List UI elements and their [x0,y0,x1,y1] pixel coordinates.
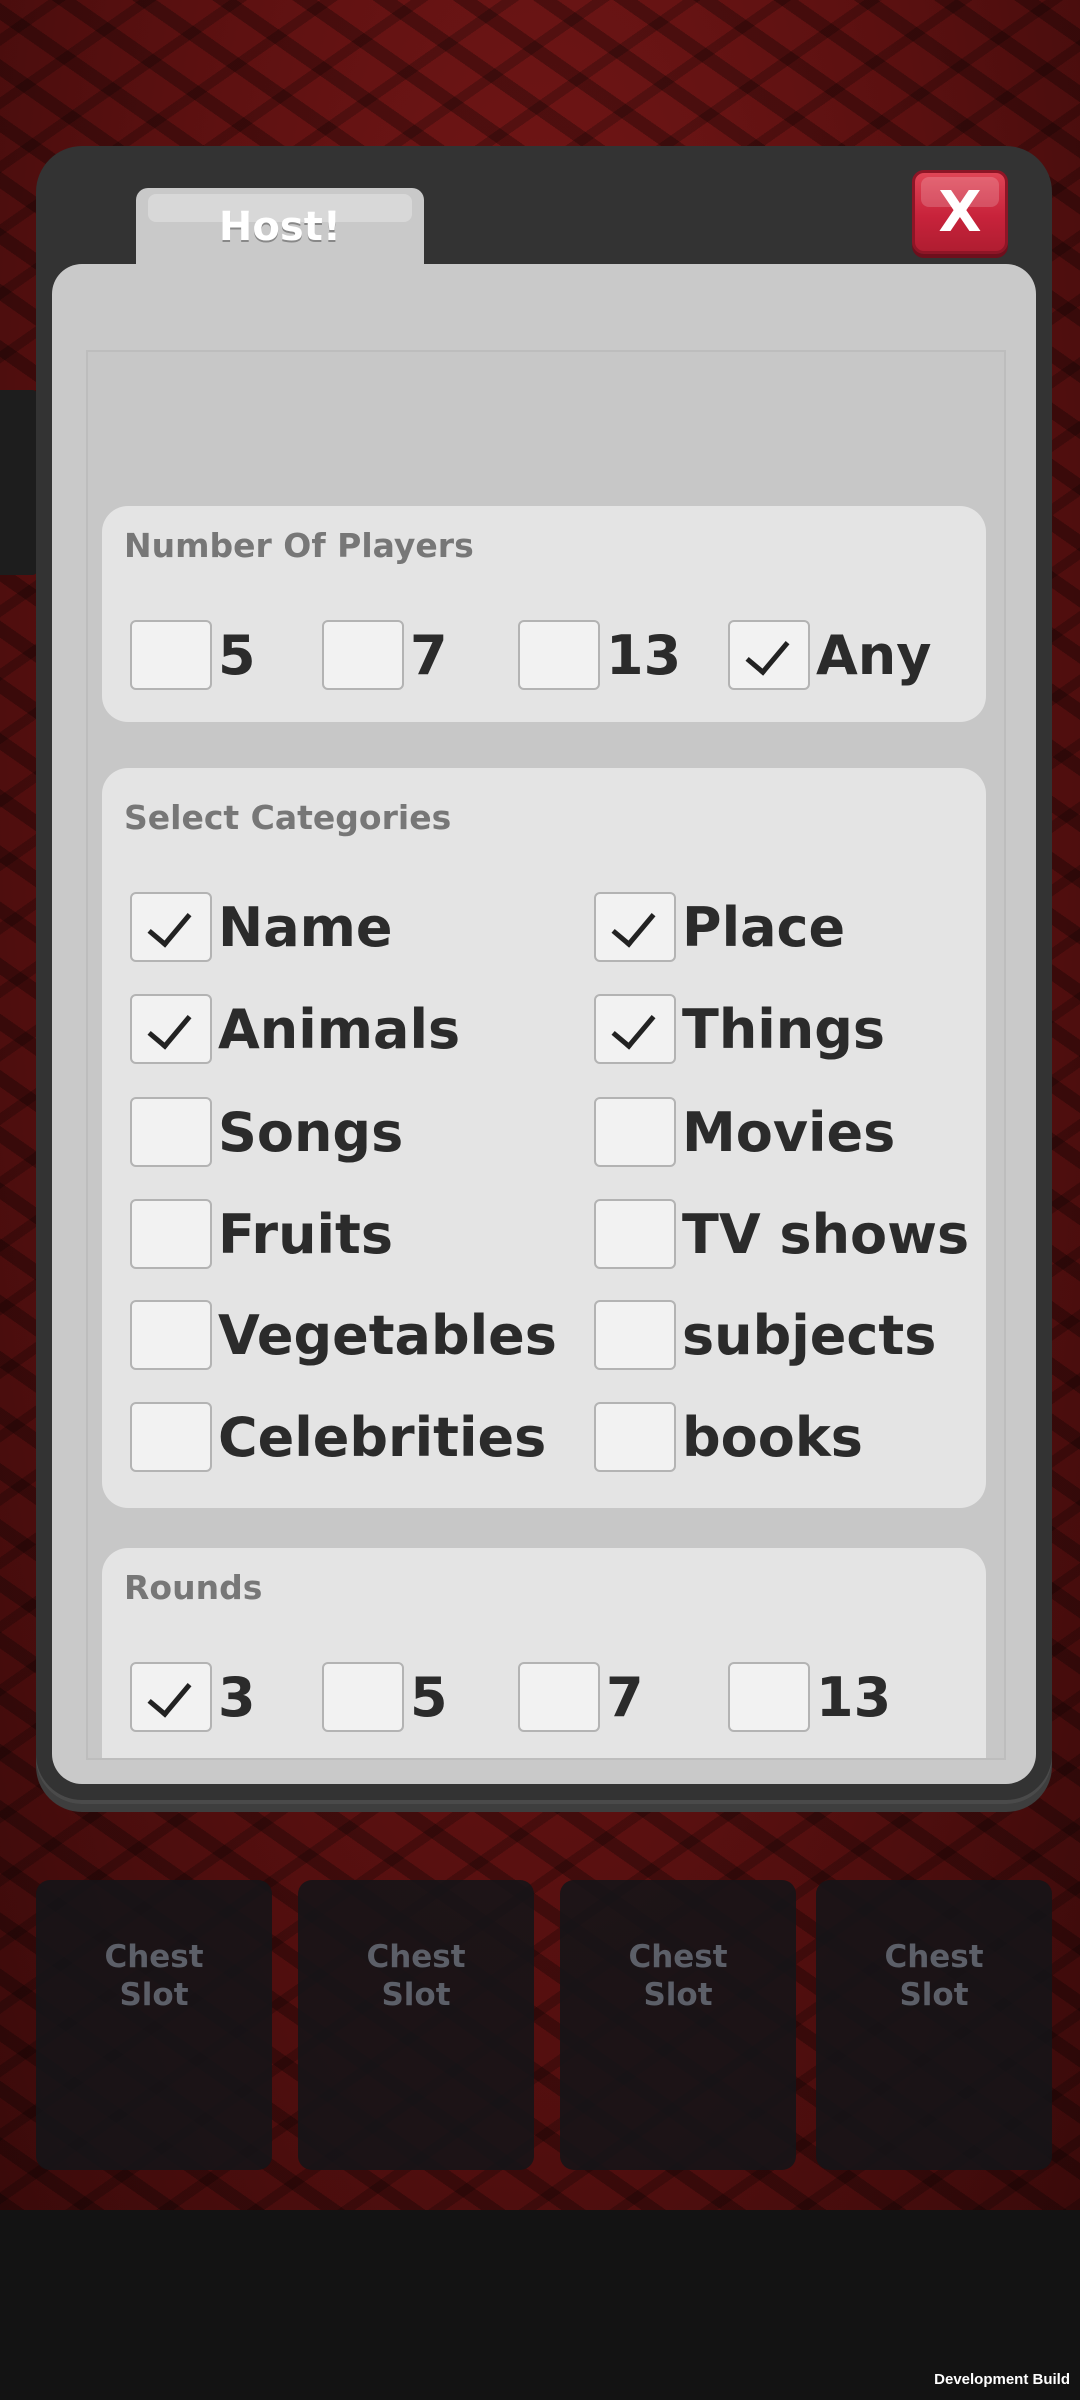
rounds-checkbox[interactable] [518,1662,600,1732]
category-checkbox[interactable] [594,1199,676,1269]
category-label: books [682,1405,863,1469]
category-option[interactable]: Things [594,994,885,1064]
category-option[interactable]: Movies [594,1097,895,1167]
category-label: Name [218,895,393,959]
category-checkbox[interactable] [130,1199,212,1269]
chest-slot-label: Chest Slot [628,1939,728,2013]
category-label: Animals [218,997,461,1061]
category-option[interactable]: TV shows [594,1199,969,1269]
players-option-7[interactable]: 7 [322,620,448,690]
category-checkbox[interactable] [594,1097,676,1167]
players-option-label: Any [816,623,932,687]
category-option[interactable]: Animals [130,994,460,1064]
category-label: Place [682,895,846,959]
rounds-option-13[interactable]: 13 [728,1662,891,1732]
category-checkbox[interactable] [130,1402,212,1472]
development-build-label: Development Build [934,2371,1070,2388]
chest-slot-3[interactable]: Chest Slot [560,1880,796,2170]
players-checkbox[interactable] [322,620,404,690]
players-section: Number Of Players 5 7 13 Any [102,506,986,722]
category-checkbox[interactable] [594,892,676,962]
bottom-bar: Development Build [0,2210,1080,2400]
categories-section: Select Categories Name Place Animals Thi… [102,768,986,1508]
chest-slot-label: Chest Slot [884,1939,984,2013]
rounds-option-label: 5 [410,1665,448,1729]
category-checkbox[interactable] [130,1300,212,1370]
chest-slot-label: Chest Slot [104,1939,204,2013]
rounds-option-label: 13 [816,1665,892,1729]
host-dialog: Host! X Number Of Players 5 7 13 Any Sel… [36,146,1052,1804]
category-checkbox[interactable] [130,1097,212,1167]
settings-scroll-area[interactable]: Number Of Players 5 7 13 Any Select Cate… [86,350,1006,1760]
chest-slots: Chest Slot Chest Slot Chest Slot Chest S… [36,1880,1052,2170]
players-option-13[interactable]: 13 [518,620,681,690]
category-option[interactable]: Name [130,892,393,962]
category-checkbox[interactable] [594,994,676,1064]
close-button[interactable]: X [912,170,1008,254]
players-checkbox[interactable] [130,620,212,690]
chest-slot-1[interactable]: Chest Slot [36,1880,272,2170]
rounds-section-title: Rounds [124,1568,263,1607]
players-option-5[interactable]: 5 [130,620,256,690]
chest-slot-2[interactable]: Chest Slot [298,1880,534,2170]
rounds-checkbox[interactable] [728,1662,810,1732]
chest-slot-label: Chest Slot [366,1939,466,2013]
category-option[interactable]: Songs [130,1097,403,1167]
category-checkbox[interactable] [130,994,212,1064]
category-option[interactable]: Celebrities [130,1402,546,1472]
tab-host-label: Host! [218,204,342,250]
close-icon: X [938,179,982,245]
category-label: Movies [682,1100,896,1164]
category-option[interactable]: Vegetables [130,1300,557,1370]
category-label: Fruits [218,1202,393,1266]
category-checkbox[interactable] [594,1300,676,1370]
category-label: Celebrities [218,1405,547,1469]
players-checkbox[interactable] [518,620,600,690]
category-checkbox[interactable] [594,1402,676,1472]
category-label: Things [682,997,886,1061]
rounds-option-7[interactable]: 7 [518,1662,644,1732]
category-label: subjects [682,1303,937,1367]
category-option[interactable]: Fruits [130,1199,393,1269]
category-option[interactable]: Place [594,892,845,962]
categories-section-title: Select Categories [124,798,452,837]
players-section-title: Number Of Players [124,526,474,565]
players-option-any[interactable]: Any [728,620,931,690]
players-option-label: 7 [410,623,448,687]
category-label: TV shows [682,1202,970,1266]
players-checkbox[interactable] [728,620,810,690]
players-option-label: 5 [218,623,256,687]
category-checkbox[interactable] [130,892,212,962]
rounds-option-3[interactable]: 3 [130,1662,256,1732]
category-option[interactable]: books [594,1402,863,1472]
category-label: Songs [218,1100,404,1164]
chest-slot-4[interactable]: Chest Slot [816,1880,1052,2170]
side-tab[interactable] [0,390,38,575]
rounds-checkbox[interactable] [322,1662,404,1732]
rounds-section: Rounds 3 5 7 13 [102,1548,986,1758]
category-label: Vegetables [218,1303,557,1367]
rounds-option-label: 3 [218,1665,256,1729]
players-option-label: 13 [606,623,682,687]
category-option[interactable]: subjects [594,1300,936,1370]
rounds-option-label: 7 [606,1665,644,1729]
rounds-option-5[interactable]: 5 [322,1662,448,1732]
rounds-checkbox[interactable] [130,1662,212,1732]
dialog-panel: Number Of Players 5 7 13 Any Select Cate… [52,264,1036,1784]
